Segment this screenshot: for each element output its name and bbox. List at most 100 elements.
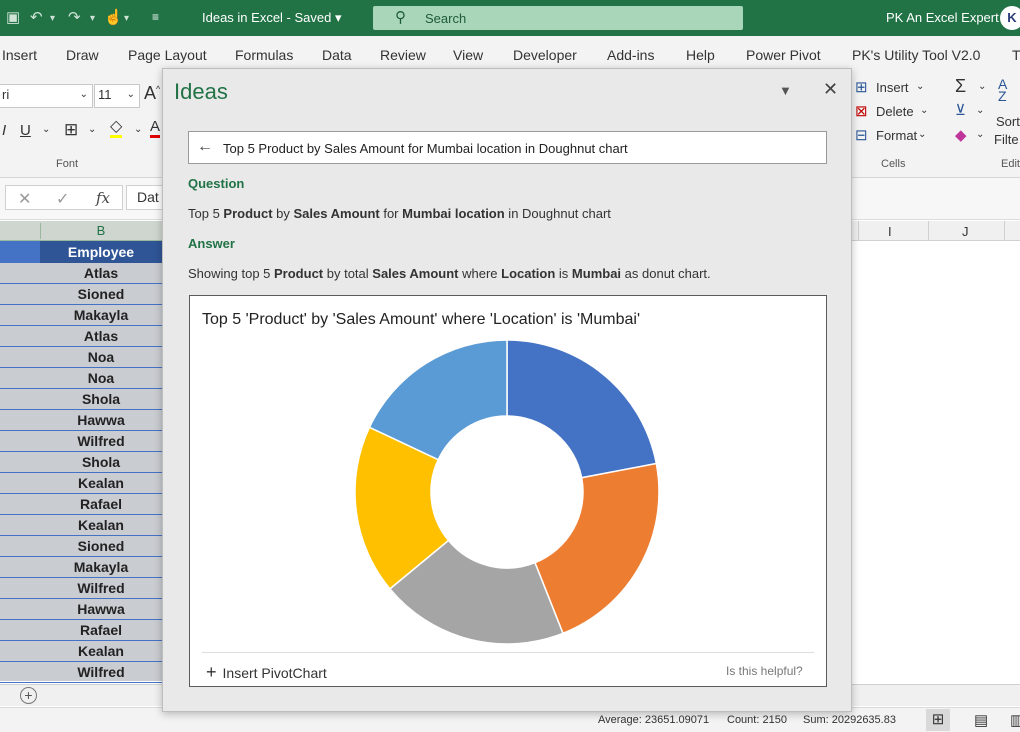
clear-icon[interactable]: ◆ <box>955 126 967 144</box>
employee-cell[interactable]: Rafael <box>40 494 162 514</box>
fill-color-icon[interactable]: ◇ <box>110 119 123 138</box>
table-row[interactable]: Makayla <box>0 305 162 326</box>
table-row[interactable]: Kealan <box>0 641 162 662</box>
borders-icon[interactable]: ⊞ <box>64 120 78 140</box>
touch-dropdown-icon[interactable]: ▾ <box>124 13 129 24</box>
table-row[interactable]: Wilfred <box>0 431 162 452</box>
employee-cell[interactable]: Atlas <box>40 263 162 283</box>
table-row[interactable]: Wilfred <box>0 578 162 599</box>
employee-cell[interactable]: Kealan <box>40 515 162 535</box>
table-row[interactable]: Kealan <box>0 473 162 494</box>
table-row[interactable]: Sioned <box>0 536 162 557</box>
sort-filter-icon[interactable]: AZ <box>998 77 1007 103</box>
query-text[interactable]: Top 5 Product by Sales Amount for Mumbai… <box>223 141 628 156</box>
tab-draw[interactable]: Draw <box>66 47 99 63</box>
donut-slice-1[interactable] <box>506 339 658 479</box>
employee-cell[interactable]: Hawwa <box>40 599 162 619</box>
confirm-icon[interactable]: ✓ <box>56 189 69 209</box>
employee-cell[interactable]: Shola <box>40 389 162 409</box>
underline-icon[interactable]: U <box>20 122 31 139</box>
employee-cell[interactable]: Sioned <box>40 536 162 556</box>
pane-options-icon[interactable]: ▼ <box>779 83 792 98</box>
touch-mode-icon[interactable]: ☝ <box>104 8 123 26</box>
page-break-view-icon[interactable]: ▥ <box>1010 711 1020 729</box>
chevron-down-icon[interactable]: ⌄ <box>920 105 928 116</box>
font-color-icon[interactable]: A <box>150 119 161 138</box>
table-row[interactable]: Sioned <box>0 284 162 305</box>
autosum-icon[interactable]: Σ <box>955 76 966 97</box>
employee-cell[interactable]: Kealan <box>40 641 162 661</box>
query-input[interactable]: ← Top 5 Product by Sales Amount for Mumb… <box>188 131 827 164</box>
tab-add-ins[interactable]: Add-ins <box>607 47 654 63</box>
table-row[interactable]: Shola <box>0 389 162 410</box>
chevron-down-icon[interactable]: ⌄ <box>88 124 96 135</box>
column-i-label[interactable]: I <box>888 224 892 239</box>
column-j-label[interactable]: J <box>962 224 969 239</box>
chart-card[interactable]: Top 5 'Product' by 'Sales Amount' where … <box>189 295 827 687</box>
insert-pivotchart-button[interactable]: + Insert PivotChart <box>206 662 327 683</box>
employee-cell[interactable]: Rafael <box>40 620 162 640</box>
sort-label[interactable]: Sort <box>996 114 1020 129</box>
table-row[interactable]: Hawwa <box>0 599 162 620</box>
redo-dropdown-icon[interactable]: ▾ <box>90 13 95 24</box>
delete-cells-icon[interactable]: ⊠ <box>855 102 868 120</box>
add-sheet-icon[interactable]: + <box>20 687 37 704</box>
undo-icon[interactable]: ↶ <box>30 8 43 26</box>
chevron-down-icon[interactable]: ⌄ <box>134 124 142 135</box>
donut-chart[interactable] <box>190 296 826 651</box>
table-row[interactable]: Rafael <box>0 620 162 641</box>
employee-header[interactable]: Employee <box>40 241 162 263</box>
employee-cell[interactable]: Wilfred <box>40 431 162 451</box>
cancel-icon[interactable]: ✕ <box>18 189 31 209</box>
page-layout-view-icon[interactable]: ▤ <box>974 711 988 729</box>
tab-developer[interactable]: Developer <box>513 47 577 63</box>
chevron-down-icon[interactable]: ⌄ <box>916 81 924 92</box>
redo-icon[interactable]: ↷ <box>68 8 81 26</box>
employee-cell[interactable]: Shola <box>40 452 162 472</box>
tab-help[interactable]: Help <box>686 47 715 63</box>
chevron-down-icon[interactable]: ⌄ <box>976 129 984 140</box>
table-row[interactable]: Noa <box>0 347 162 368</box>
employee-cell[interactable]: Noa <box>40 368 162 388</box>
table-row[interactable]: Makayla <box>0 557 162 578</box>
insert-cells-icon[interactable]: ⊞ <box>855 78 868 96</box>
italic-icon[interactable]: I <box>2 122 6 139</box>
tab-truncated[interactable]: T <box>1012 47 1020 63</box>
font-size-select[interactable]: 11 ⌄ <box>94 84 140 108</box>
table-row[interactable]: Noa <box>0 368 162 389</box>
tab-power-pivot[interactable]: Power Pivot <box>746 47 821 63</box>
chevron-down-icon[interactable]: ⌄ <box>918 129 926 140</box>
table-row[interactable]: Kealan <box>0 515 162 536</box>
back-arrow-icon[interactable]: ← <box>197 138 213 156</box>
helpful-feedback-link[interactable]: Is this helpful? <box>726 664 803 678</box>
tab-data[interactable]: Data <box>322 47 352 63</box>
formula-input[interactable]: Dat <box>126 185 166 210</box>
undo-dropdown-icon[interactable]: ▾ <box>50 13 55 24</box>
employee-cell[interactable]: Sioned <box>40 284 162 304</box>
employee-cell[interactable]: Wilfred <box>40 578 162 598</box>
insert-function-icon[interactable]: fx <box>96 189 110 207</box>
chevron-down-icon[interactable]: ⌄ <box>978 81 986 92</box>
delete-cells-button[interactable]: Delete <box>876 104 914 119</box>
insert-cells-button[interactable]: Insert <box>876 80 909 95</box>
employee-cell[interactable]: Wilfred <box>40 662 162 682</box>
user-name[interactable]: PK An Excel Expert <box>886 10 999 25</box>
format-cells-icon[interactable]: ⊟ <box>855 126 868 144</box>
employee-cell[interactable]: Makayla <box>40 305 162 325</box>
table-row[interactable]: Hawwa <box>0 410 162 431</box>
tab-formulas[interactable]: Formulas <box>235 47 293 63</box>
chevron-down-icon[interactable]: ⌄ <box>42 124 50 135</box>
chevron-down-icon[interactable]: ⌄ <box>976 105 984 116</box>
close-icon[interactable]: ✕ <box>823 79 838 100</box>
tab-utility-tool[interactable]: PK's Utility Tool V2.0 <box>852 47 980 63</box>
tab-insert[interactable]: Insert <box>2 47 37 63</box>
employee-cell[interactable]: Hawwa <box>40 410 162 430</box>
fill-down-icon[interactable]: ⊻ <box>955 101 966 119</box>
increase-font-icon[interactable]: A^ <box>144 83 160 104</box>
tab-view[interactable]: View <box>453 47 483 63</box>
table-row[interactable]: Atlas <box>0 263 162 284</box>
employee-cell[interactable]: Makayla <box>40 557 162 577</box>
sheet-grid-left[interactable]: Employee Atlas Sioned Makayla Atlas Noa … <box>0 241 162 683</box>
avatar[interactable]: K <box>1000 6 1020 30</box>
save-icon[interactable]: ▣ <box>6 8 20 26</box>
